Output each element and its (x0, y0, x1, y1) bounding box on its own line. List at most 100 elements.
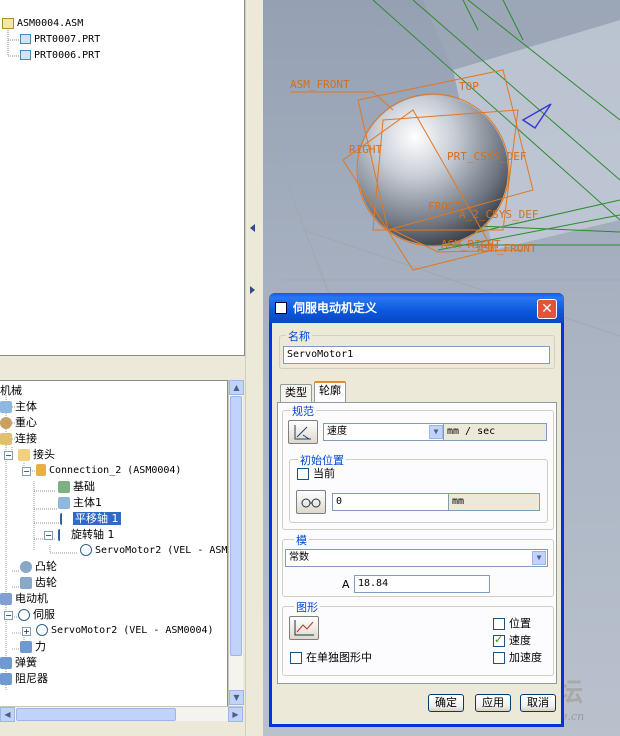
initial-position-label: 初始位置 (298, 452, 346, 468)
datum-label: ASM_FRONT (477, 242, 537, 255)
damper-icon (0, 673, 12, 685)
datum-label: RIGHT (349, 143, 382, 156)
scroll-up-icon[interactable]: ▲ (229, 380, 244, 395)
scroll-thumb[interactable] (230, 396, 242, 656)
axis-icon (60, 513, 70, 525)
ground-icon (58, 481, 70, 493)
mechanism-tree: 机械 主体 重心 连接 − 接头 − Connection_2 (ASM0004… (0, 380, 228, 706)
cancel-button[interactable]: 取消 (520, 694, 556, 712)
scroll-left-icon[interactable]: ◀ (0, 707, 15, 722)
close-icon[interactable]: ✕ (537, 299, 557, 319)
scroll-thumb[interactable] (16, 708, 176, 721)
body-icon (0, 401, 12, 413)
tree-item-prt0006[interactable]: PRT0006.PRT (20, 48, 100, 64)
tab-type[interactable]: 类型 (280, 384, 312, 402)
gravity-icon (0, 417, 12, 429)
servo-icon (18, 609, 30, 621)
spring-icon (0, 657, 12, 669)
ok-button[interactable]: 确定 (428, 694, 464, 712)
measure-button[interactable] (296, 490, 326, 514)
scroll-right-icon[interactable]: ▶ (228, 707, 243, 722)
tree-item-gravity[interactable]: 重心 (0, 415, 37, 431)
graph-icon (294, 620, 314, 636)
separate-graph-label: 在单独图形中 (306, 651, 372, 664)
datum-label: A_2_CSYS_DEF (459, 208, 538, 221)
vertical-scrollbar[interactable]: ▲ ▼ (228, 380, 244, 706)
initial-position-unit: mm (448, 493, 540, 511)
collapse-icon[interactable]: − (44, 531, 53, 540)
velocity-label: 速度 (509, 634, 531, 647)
connection-icon (36, 464, 46, 476)
tree-item-cams[interactable]: 凸轮 (20, 559, 57, 575)
gear-icon (20, 577, 32, 589)
velocity-checkbox[interactable] (493, 633, 505, 647)
dialog-titlebar[interactable]: 伺服电动机定义 ✕ (269, 293, 564, 323)
tree-item-forces[interactable]: 力 (20, 639, 46, 655)
tree-item-connections[interactable]: 连接 (0, 431, 37, 447)
spec-graph-button[interactable] (288, 420, 318, 444)
datum-label: ASM_FRONT (290, 78, 350, 91)
model-select[interactable]: 常数 ▼ (285, 549, 548, 567)
cam-icon (20, 561, 32, 573)
separate-graph-checkbox[interactable] (290, 652, 302, 664)
servo-motor-icon (36, 624, 48, 636)
datum-label: PRT_CSYS_DEF (447, 150, 526, 163)
collapse-icon[interactable]: − (22, 467, 31, 476)
horizontal-scrollbar[interactable]: ◀ ▶ (0, 706, 243, 722)
name-input[interactable]: ServoMotor1 (283, 346, 550, 364)
tree-item-servo-motor-sub[interactable]: ServoMotor2 (VEL - ASM (80, 543, 227, 559)
datum-label: FRONT (428, 200, 461, 213)
initial-position-input[interactable]: 0 (332, 493, 450, 511)
tree-item-body1[interactable]: 主体1 (58, 495, 102, 511)
graph-section-label: 图形 (294, 599, 320, 615)
joint-icon (18, 449, 30, 461)
tree-item-translation-axis[interactable]: 平移轴 1 (60, 511, 121, 527)
connection-icon (0, 433, 12, 445)
tab-profile[interactable]: 轮廓 (314, 381, 346, 402)
model-section-label: 模 (294, 532, 309, 548)
current-checkbox[interactable] (297, 468, 309, 480)
coefficient-a-input[interactable]: 18.84 (354, 575, 490, 593)
tree-item-motors[interactable]: 电动机 (0, 591, 48, 607)
force-icon (20, 641, 32, 653)
sphere-part[interactable] (358, 95, 508, 245)
dialog-title: 伺服电动机定义 (293, 301, 378, 315)
panel-splitter[interactable] (245, 0, 263, 736)
tree-item-servos[interactable]: 伺服 (18, 607, 55, 623)
collapse-icon[interactable]: − (4, 451, 13, 460)
tree-lines (7, 28, 20, 57)
scroll-down-icon[interactable]: ▼ (229, 690, 244, 705)
chevron-down-icon[interactable]: ▼ (532, 551, 546, 565)
tree-item-mechanism[interactable]: 机械 (0, 383, 22, 399)
tree-item-gears[interactable]: 齿轮 (20, 575, 57, 591)
motor-icon (0, 593, 12, 605)
collapse-icon[interactable]: − (4, 611, 13, 620)
tree-item-dampers[interactable]: 阻尼器 (0, 671, 48, 687)
position-checkbox[interactable] (493, 618, 505, 630)
tree-item-joints[interactable]: 接头 (18, 447, 55, 463)
graph-button[interactable] (289, 616, 319, 640)
tree-item-base[interactable]: 基础 (58, 479, 95, 495)
collapse-left-icon[interactable] (250, 224, 255, 232)
chevron-down-icon[interactable]: ▼ (429, 425, 443, 439)
tree-item-bodies[interactable]: 主体 (0, 399, 37, 415)
current-label: 当前 (313, 467, 335, 480)
spec-select[interactable]: 速度 ▼ (323, 423, 445, 441)
assembly-icon (2, 17, 14, 29)
axis-icon (58, 529, 68, 541)
acceleration-checkbox[interactable] (493, 652, 505, 664)
body-icon (58, 497, 70, 509)
apply-button[interactable]: 应用 (475, 694, 511, 712)
tree-item-rotation-axis[interactable]: 旋转轴 1 (58, 527, 115, 543)
model-tree: ASM0004.ASM PRT0007.PRT PRT0006.PRT (0, 0, 245, 356)
tree-item-connection2[interactable]: Connection_2 (ASM0004) (36, 463, 181, 479)
expand-icon[interactable]: + (22, 627, 31, 636)
tree-item-springs[interactable]: 弹簧 (0, 655, 37, 671)
velocity-graph-icon (294, 425, 311, 440)
tree-item-servo-motor[interactable]: ServoMotor2 (VEL - ASM0004) (36, 623, 214, 639)
datum-label: TOP (459, 80, 479, 93)
spec-section-label: 规范 (290, 403, 316, 419)
servo-motor-icon (80, 544, 92, 556)
tree-item-prt0007[interactable]: PRT0007.PRT (20, 32, 100, 48)
expand-right-icon[interactable] (250, 286, 255, 294)
